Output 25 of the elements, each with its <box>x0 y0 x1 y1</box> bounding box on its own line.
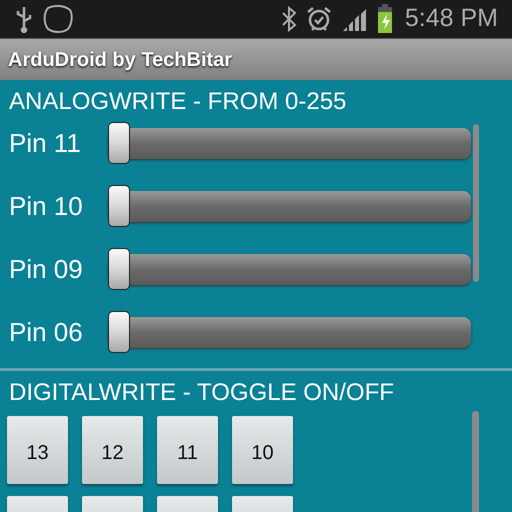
blob-icon <box>42 4 74 34</box>
usb-icon <box>14 5 34 33</box>
app-title: ArduDroid by TechBitar <box>8 48 232 72</box>
slider[interactable] <box>108 248 471 290</box>
bluetooth-icon <box>280 6 297 32</box>
pin-label: Pin 06 <box>8 316 84 348</box>
clock-time: 5:48 PM <box>404 3 498 34</box>
section-heading: DIGITALWRITE - TOGGLE ON/OFF <box>8 378 395 407</box>
toggle-button[interactable]: 11 <box>157 416 218 484</box>
section-heading: ANALOGWRITE - FROM 0-255 <box>8 87 348 116</box>
battery-charging-icon <box>376 4 393 34</box>
slider-thumb[interactable] <box>108 311 130 353</box>
toggle-button[interactable]: 12 <box>82 416 143 484</box>
slider[interactable] <box>108 185 471 227</box>
alarm-clock-icon <box>304 5 333 33</box>
pin-label: Pin 10 <box>8 190 84 222</box>
pin-label: Pin 11 <box>8 126 82 160</box>
toggle-button[interactable]: 10 <box>232 416 293 484</box>
pin-label: Pin 09 <box>8 252 84 286</box>
toggle-button[interactable]: 13 <box>7 416 68 484</box>
slider-thumb[interactable] <box>108 248 130 290</box>
slider-thumb[interactable] <box>108 185 130 227</box>
slider[interactable] <box>108 311 471 353</box>
slider[interactable] <box>108 122 471 164</box>
slider-thumb[interactable] <box>108 122 130 164</box>
